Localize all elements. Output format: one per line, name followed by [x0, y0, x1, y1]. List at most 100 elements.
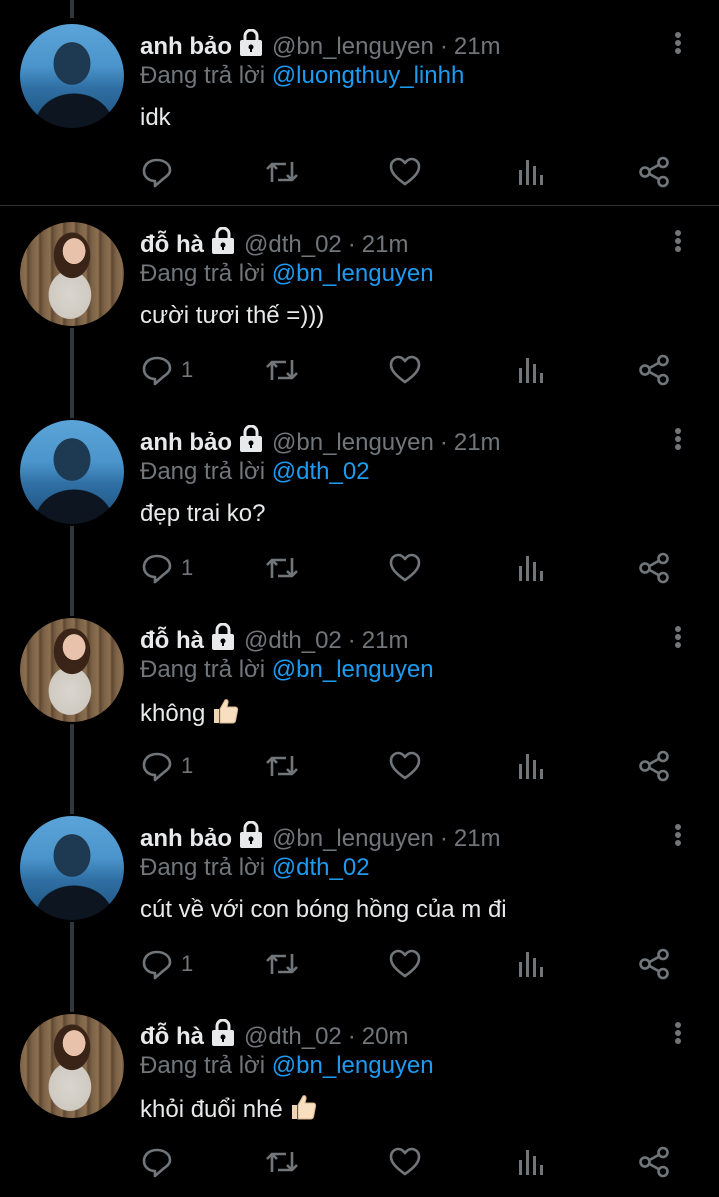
lock-icon: [210, 623, 236, 651]
thread-line-top: [70, 0, 74, 18]
tweet-text: khỏi đuổi nhé: [140, 1093, 317, 1129]
reply-button[interactable]: 1: [141, 746, 193, 786]
share-button[interactable]: [638, 350, 670, 390]
handle[interactable]: @bn_lenguyen: [272, 825, 434, 852]
lock-icon: [238, 29, 264, 57]
share-button[interactable]: [638, 152, 670, 192]
views-button[interactable]: [517, 350, 545, 390]
like-button[interactable]: [389, 746, 421, 786]
like-button[interactable]: [389, 350, 421, 390]
views-button[interactable]: [517, 944, 545, 984]
retweet-button[interactable]: [264, 152, 300, 192]
more-vertical-icon[interactable]: [667, 822, 689, 852]
tweet-text-content: idk: [140, 104, 171, 131]
lock-icon: [210, 1019, 236, 1047]
mention-link[interactable]: @dth_02: [272, 458, 370, 485]
heart-icon: [389, 751, 421, 780]
views-button[interactable]: [517, 152, 545, 192]
more-vertical-icon[interactable]: [667, 426, 689, 456]
tweet-text: idk: [140, 103, 171, 133]
heart-icon: [389, 553, 421, 582]
mention-link[interactable]: @bn_lenguyen: [272, 260, 434, 287]
share-button[interactable]: [638, 746, 670, 786]
retweet-button[interactable]: [264, 944, 300, 984]
timestamp[interactable]: 21m: [454, 429, 501, 456]
replying-to: Đang trả lời @bn_lenguyen: [140, 1051, 434, 1081]
retweet-icon: [266, 162, 298, 182]
retweet-button[interactable]: [264, 548, 300, 588]
reply-button[interactable]: 1: [141, 548, 193, 588]
tweet-header: đỗ hà @dth_02 · 21m: [140, 623, 408, 656]
reply-icon: [142, 1148, 172, 1178]
more-vertical-icon[interactable]: [667, 30, 689, 60]
reply-button[interactable]: [141, 152, 181, 192]
reply-button[interactable]: [141, 1142, 181, 1182]
retweet-button[interactable]: [264, 746, 300, 786]
handle[interactable]: @dth_02: [244, 231, 342, 258]
like-button[interactable]: [389, 152, 421, 192]
reply-icon: [142, 356, 172, 386]
timestamp[interactable]: 21m: [454, 33, 501, 60]
avatar[interactable]: [20, 1014, 124, 1118]
share-icon: [639, 948, 669, 980]
separator-dot: ·: [439, 429, 448, 456]
mention-link[interactable]: @bn_lenguyen: [272, 656, 434, 683]
share-icon: [639, 552, 669, 584]
reply-count: 1: [181, 753, 194, 778]
more-vertical-icon[interactable]: [667, 228, 689, 258]
action-bar: [0, 152, 719, 192]
separator-dot: ·: [439, 825, 448, 852]
display-name[interactable]: đỗ hà: [140, 231, 204, 258]
retweet-button[interactable]: [264, 1142, 300, 1182]
avatar[interactable]: [20, 420, 124, 524]
replying-to: Đang trả lời @bn_lenguyen: [140, 259, 434, 289]
analytics-icon: [519, 556, 543, 581]
replying-prefix: Đang trả lời: [140, 62, 266, 89]
handle[interactable]: @dth_02: [244, 627, 342, 654]
lock-icon: [210, 227, 236, 255]
avatar[interactable]: [20, 618, 124, 722]
like-button[interactable]: [389, 1142, 421, 1182]
share-button[interactable]: [638, 944, 670, 984]
like-button[interactable]: [389, 944, 421, 984]
retweet-icon: [266, 954, 298, 974]
retweet-button[interactable]: [264, 350, 300, 390]
views-button[interactable]: [517, 746, 545, 786]
more-vertical-icon[interactable]: [667, 624, 689, 654]
lock-icon: [238, 425, 264, 453]
display-name[interactable]: anh bảo: [140, 429, 232, 456]
share-icon: [639, 1146, 669, 1178]
mention-link[interactable]: @dth_02: [272, 854, 370, 881]
views-button[interactable]: [517, 548, 545, 588]
avatar[interactable]: [20, 816, 124, 920]
share-button[interactable]: [638, 1142, 670, 1182]
handle[interactable]: @bn_lenguyen: [272, 33, 434, 60]
avatar[interactable]: [20, 24, 124, 128]
timestamp[interactable]: 21m: [362, 627, 409, 654]
reply-button[interactable]: 1: [141, 350, 193, 390]
share-button[interactable]: [638, 548, 670, 588]
action-bar: 1: [0, 746, 719, 786]
handle[interactable]: @dth_02: [244, 1023, 342, 1050]
mention-link[interactable]: @luongthuy_linhh: [272, 62, 465, 89]
tweet-text: đẹp trai ko?: [140, 499, 265, 529]
views-button[interactable]: [517, 1142, 545, 1182]
mention-link[interactable]: @bn_lenguyen: [272, 1052, 434, 1079]
timestamp[interactable]: 21m: [362, 231, 409, 258]
display-name[interactable]: đỗ hà: [140, 627, 204, 654]
avatar[interactable]: [20, 222, 124, 326]
timestamp[interactable]: 20m: [362, 1023, 409, 1050]
heart-icon: [389, 949, 421, 978]
display-name[interactable]: anh bảo: [140, 825, 232, 852]
display-name[interactable]: anh bảo: [140, 33, 232, 60]
display-name[interactable]: đỗ hà: [140, 1023, 204, 1050]
like-button[interactable]: [389, 548, 421, 588]
lock-icon: [238, 821, 264, 849]
tweet-header: đỗ hà @dth_02 · 21m: [140, 227, 408, 260]
handle[interactable]: @bn_lenguyen: [272, 429, 434, 456]
heart-icon: [389, 157, 421, 186]
timestamp[interactable]: 21m: [454, 825, 501, 852]
analytics-icon: [519, 952, 543, 977]
more-vertical-icon[interactable]: [667, 1020, 689, 1050]
reply-button[interactable]: 1: [141, 944, 193, 984]
